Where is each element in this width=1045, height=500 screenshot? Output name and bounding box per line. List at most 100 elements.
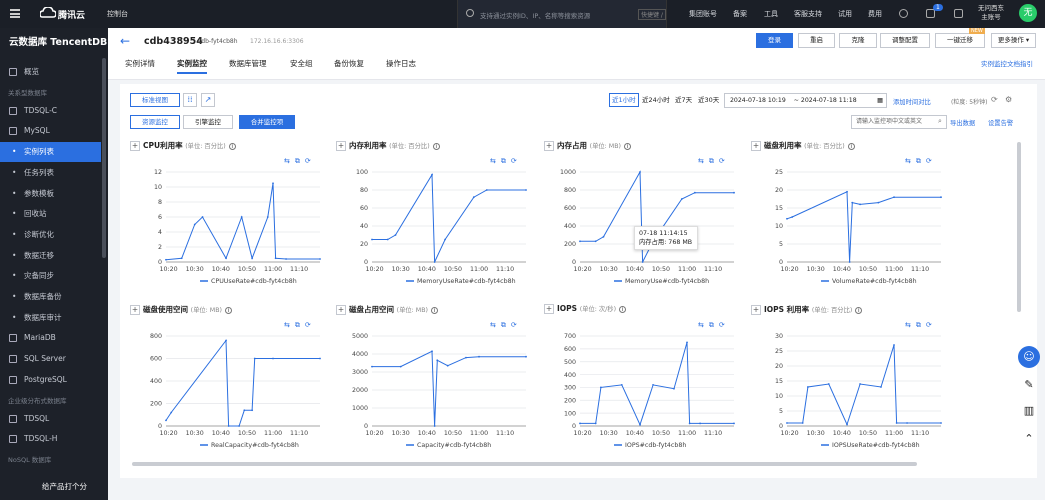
data-point[interactable] [266, 216, 269, 218]
chart-plot[interactable]: 02468101210:20 10:30 10:40 10:50 11:00 11:10C… [130, 140, 330, 292]
data-point[interactable] [253, 357, 256, 360]
cloud-logo-icon[interactable] [40, 7, 56, 19]
chart-plot[interactable]: 02040608010010:20 10:30 10:40 10:50 11:00 11:… [336, 140, 536, 292]
horizontal-scrollbar[interactable] [132, 462, 917, 466]
sidebar-item[interactable]: SQL Server [0, 349, 101, 369]
series-line[interactable] [165, 183, 320, 261]
data-point[interactable] [225, 257, 227, 260]
avatar[interactable]: 无 [1019, 4, 1037, 22]
legend-label[interactable]: CPUUseRate#cdb-fyt4cb8h [211, 278, 297, 285]
sidebar-item[interactable]: PostgreSQL [0, 370, 101, 390]
legend-label[interactable]: MemoryUse#cdb-fyt4cb8h [625, 278, 709, 285]
data-point[interactable] [693, 191, 696, 194]
data-point[interactable] [733, 191, 735, 194]
tab-operation-log[interactable]: 操作日志 [386, 58, 416, 74]
data-point[interactable] [525, 189, 527, 191]
data-point[interactable] [431, 173, 433, 176]
data-point[interactable] [906, 422, 908, 424]
data-point[interactable] [201, 216, 204, 218]
data-point[interactable] [801, 422, 804, 424]
docs-book-icon[interactable]: ▥ [1018, 400, 1040, 422]
adjust-config-button[interactable]: 调整配置 [880, 33, 930, 48]
data-point[interactable] [680, 198, 683, 200]
data-point[interactable] [394, 234, 397, 236]
data-point[interactable] [165, 419, 167, 422]
data-point[interactable] [940, 196, 942, 199]
data-point[interactable] [285, 258, 287, 260]
series-line[interactable] [787, 344, 941, 426]
data-point[interactable] [444, 238, 446, 241]
legend-label[interactable]: VolumeRate#cdb-fyt4cb8h [832, 278, 917, 285]
instance-id[interactable]: cdb-fyt4cb8h [198, 38, 238, 45]
data-point[interactable] [371, 238, 373, 241]
series-line[interactable] [165, 339, 320, 427]
chart-plot[interactable]: 020040060080010:20 10:30 10:40 10:50 11:00 11… [130, 304, 330, 456]
legend-label[interactable]: IOPSUseRate#cdb-fyt4cb8h [832, 442, 920, 449]
date-range-picker[interactable]: 2024-07-18 10:19 ~ 2024-07-18 11:18 ▦ [724, 93, 887, 108]
tab-instance-details[interactable]: 实例详情 [125, 58, 155, 74]
sidebar-item[interactable]: 概览 [0, 62, 101, 82]
instance-ip[interactable]: 172.16.16.6:3306 [250, 38, 304, 45]
data-point[interactable] [386, 238, 389, 241]
data-point[interactable] [594, 422, 597, 425]
series-line[interactable] [786, 191, 941, 263]
chart-plot[interactable]: 051015202510:20 10:30 10:40 10:50 11:00 11:10… [751, 140, 951, 292]
data-point[interactable] [673, 387, 675, 390]
sidebar-item[interactable]: • 数据库备份 [0, 287, 101, 307]
data-point[interactable] [180, 257, 183, 260]
data-point[interactable] [251, 257, 254, 260]
range-1h[interactable]: 近1小时 [609, 93, 639, 107]
data-point[interactable] [893, 196, 895, 199]
data-point[interactable] [399, 365, 402, 368]
data-point[interactable] [165, 258, 167, 261]
data-point[interactable] [806, 386, 809, 388]
back-arrow-icon[interactable]: ← [120, 34, 130, 48]
one-click-migrate-button[interactable]: 一键迁移 [935, 33, 985, 48]
data-point[interactable] [170, 411, 173, 414]
data-point[interactable] [652, 383, 654, 386]
more-actions-button[interactable]: 更多操作 ▾ [991, 33, 1036, 48]
collapse-icon[interactable]: ⌃ [1018, 428, 1040, 450]
data-point[interactable] [688, 422, 691, 425]
data-point[interactable] [465, 356, 467, 359]
feedback-icon[interactable]: ✎ [1018, 374, 1040, 396]
data-point[interactable] [786, 217, 788, 220]
data-point[interactable] [371, 365, 373, 368]
compass-icon[interactable] [899, 9, 908, 18]
sidebar-item[interactable]: • 诊断优化 [0, 225, 101, 245]
sidebar-item[interactable]: MySQL [0, 121, 101, 141]
data-point[interactable] [940, 422, 942, 424]
data-point[interactable] [319, 357, 321, 360]
engine-monitor-tab[interactable]: 引擎监控 [183, 115, 233, 129]
sidebar-item[interactable]: • 数据库审计 [0, 308, 101, 328]
data-point[interactable] [436, 359, 439, 362]
menu-icon[interactable] [10, 9, 20, 18]
data-point[interactable] [251, 409, 254, 412]
tab-backup-restore[interactable]: 备份恢复 [334, 58, 364, 74]
console-link[interactable]: 控制台 [107, 9, 128, 19]
data-point[interactable] [639, 423, 641, 426]
data-point[interactable] [846, 190, 848, 193]
sidebar-item[interactable]: • 回收站 [0, 204, 101, 224]
data-point[interactable] [579, 422, 581, 425]
data-point[interactable] [599, 386, 602, 389]
data-point[interactable] [238, 425, 240, 427]
monitor-doc-link[interactable]: 实例监控文档指引 [981, 58, 1033, 68]
data-point[interactable] [446, 364, 449, 367]
data-point[interactable] [895, 422, 898, 424]
tab-security-group[interactable]: 安全组 [290, 58, 313, 74]
data-point[interactable] [639, 171, 641, 173]
data-point[interactable] [786, 422, 788, 424]
sidebar-item[interactable]: MariaDB [0, 328, 101, 348]
nav-filing[interactable]: 备案 [733, 9, 747, 19]
tab-db-management[interactable]: 数据库管理 [229, 58, 267, 74]
user-account[interactable]: 无问西东 主账号 [978, 4, 1004, 22]
settings-icon[interactable]: ⚙ [1005, 95, 1012, 104]
data-point[interactable] [243, 409, 246, 412]
data-point[interactable] [472, 196, 475, 199]
global-search[interactable]: 支持通过实例ID、IP、名称等搜索资源 快捷键 / [457, 0, 667, 28]
data-point[interactable] [274, 257, 277, 260]
resource-monitor-tab[interactable]: 资源监控 [130, 115, 180, 129]
legend-label[interactable]: Capacity#cdb-fyt4cb8h [417, 442, 491, 449]
sidebar-item[interactable]: TDSQL-H [0, 429, 101, 449]
